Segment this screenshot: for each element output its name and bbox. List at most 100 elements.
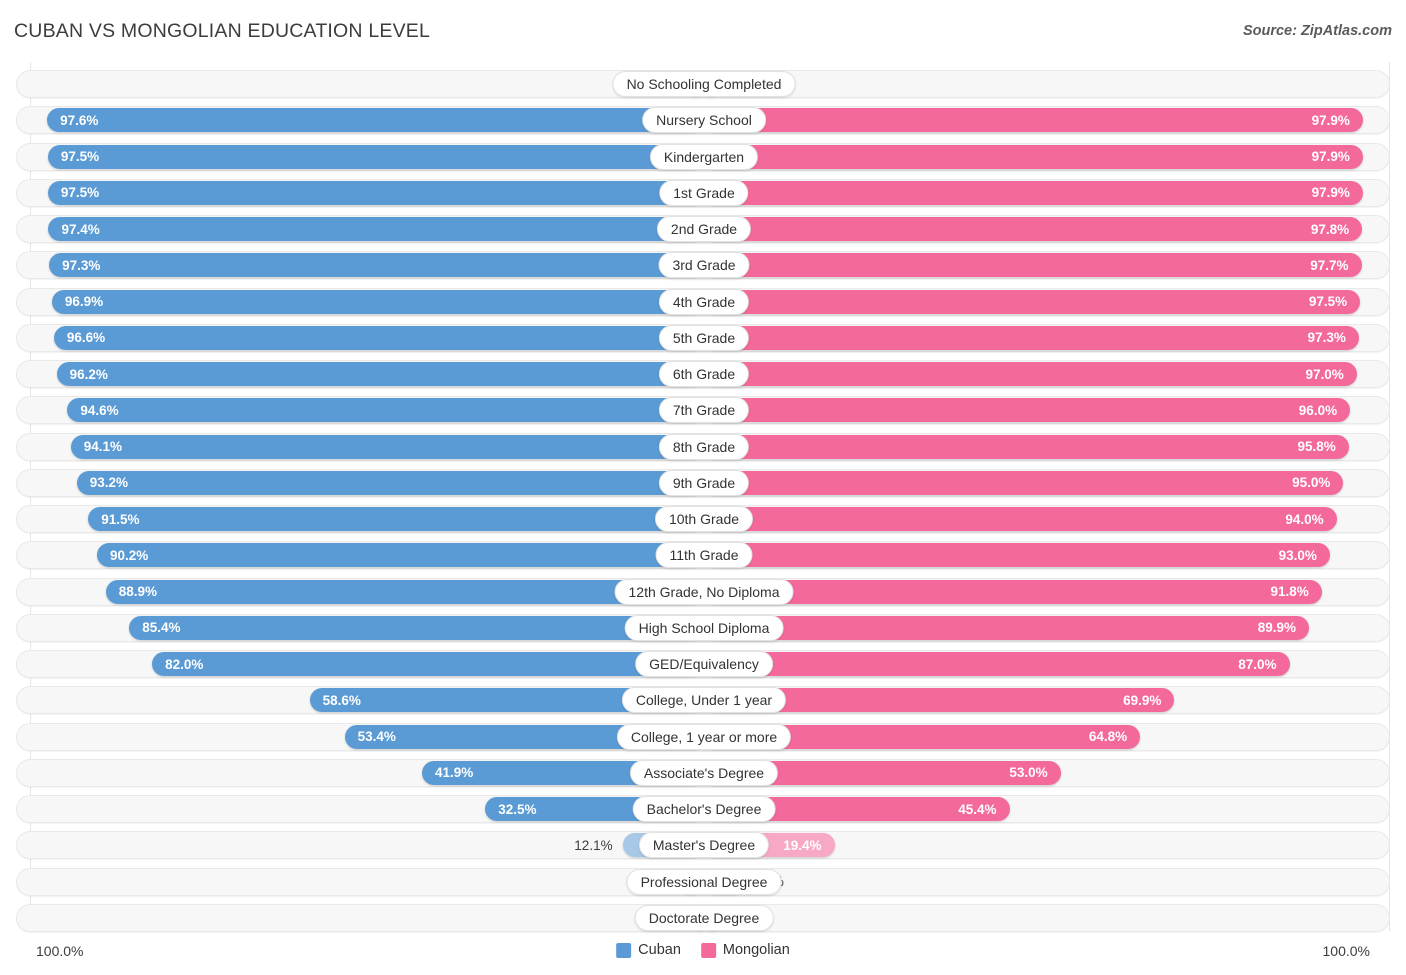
bar-mongolian[interactable]: 93.0%	[704, 543, 1330, 567]
category-label: 12th Grade, No Diploma	[615, 579, 794, 605]
category-label: 4th Grade	[659, 289, 749, 315]
category-label: GED/Equivalency	[635, 651, 773, 677]
table-row[interactable]: 93.2%95.0%9th Grade	[16, 469, 1390, 497]
row-inner: 93.2%95.0%9th Grade	[17, 470, 1389, 496]
bar-cuban[interactable]: 97.3%	[49, 253, 704, 277]
table-row[interactable]: 12.1% 19.4% Master's Degree	[16, 831, 1390, 859]
table-row[interactable]: 90.2%93.0%11th Grade	[16, 541, 1390, 569]
table-row[interactable]: 58.6%69.9%College, Under 1 year	[16, 686, 1390, 714]
bar-mongolian[interactable]: 89.9%	[704, 616, 1309, 640]
table-row[interactable]: 91.5%94.0%10th Grade	[16, 505, 1390, 533]
table-row[interactable]: 97.5%97.9%Kindergarten	[16, 143, 1390, 171]
table-row[interactable]: 32.5%45.4%Bachelor's Degree	[16, 795, 1390, 823]
table-row[interactable]: 97.3% 97.7%3rd Grade	[16, 251, 1390, 279]
bar-cuban[interactable]: 97.6%	[47, 108, 704, 132]
bar-mongolian[interactable]: 87.0%	[704, 652, 1290, 676]
bar-value-cuban: 97.3%	[62, 258, 100, 273]
bar-cuban[interactable]: 94.6%	[67, 398, 704, 422]
table-row[interactable]: 96.2% 97.0%6th Grade	[16, 360, 1390, 388]
bar-value-cuban: 82.0%	[165, 657, 203, 672]
bar-mongolian[interactable]: 94.0%	[704, 507, 1337, 531]
row-inner: 90.2%93.0%11th Grade	[17, 542, 1389, 568]
bar-value-cuban: 53.4%	[358, 729, 396, 744]
bar-cuban[interactable]: 97.4%	[48, 217, 704, 241]
table-row[interactable]: 96.9% 97.5%4th Grade	[16, 288, 1390, 316]
bar-mongolian[interactable]: 97.3%	[704, 326, 1359, 350]
bar-value-cuban: 96.9%	[65, 294, 103, 309]
row-inner: 4.0%6.1%Professional Degree	[17, 869, 1389, 895]
bar-mongolian[interactable]: 95.8%	[704, 435, 1349, 459]
category-label: No Schooling Completed	[613, 71, 796, 97]
bar-cuban[interactable]: 97.5%	[48, 181, 704, 205]
table-row[interactable]: 97.6% 97.9% Nursery School	[16, 106, 1390, 134]
bar-value-mongolian: 2.8%	[731, 906, 1389, 930]
legend-item-cuban[interactable]: Cuban	[616, 942, 681, 958]
table-row[interactable]: 94.1%95.8%8th Grade	[16, 433, 1390, 461]
bar-mongolian[interactable]: 97.9%	[704, 145, 1363, 169]
category-label: 3rd Grade	[658, 252, 749, 278]
table-row[interactable]: 97.5%97.9%1st Grade	[16, 179, 1390, 207]
bar-value-cuban: 97.5%	[61, 149, 99, 164]
bar-mongolian[interactable]: 97.0%	[704, 362, 1357, 386]
bar-cuban[interactable]: 82.0%	[152, 652, 704, 676]
bar-mongolian[interactable]: 96.0%	[704, 398, 1350, 422]
table-row[interactable]: 2.5%2.1%No Schooling Completed	[16, 70, 1390, 98]
page-title: CUBAN VS MONGOLIAN EDUCATION LEVEL	[14, 20, 430, 43]
bar-value-mongolian: 64.8%	[1089, 729, 1127, 744]
bar-mongolian[interactable]: 97.9%	[704, 181, 1363, 205]
bar-value-mongolian: 53.0%	[1009, 765, 1047, 780]
bar-cuban[interactable]: 91.5%	[88, 507, 704, 531]
bar-value-mongolian: 91.8%	[1271, 584, 1309, 599]
bar-value-cuban: 2.5%	[17, 72, 677, 96]
bar-value-mongolian: 97.3%	[1308, 330, 1346, 345]
bar-mongolian[interactable]: 95.0%	[704, 471, 1343, 495]
bar-cuban[interactable]: 97.5%	[48, 145, 704, 169]
table-row[interactable]: 82.0% 87.0%GED/Equivalency	[16, 650, 1390, 678]
category-label: College, Under 1 year	[622, 687, 786, 713]
bar-cuban[interactable]: 96.6%	[54, 326, 704, 350]
bar-value-mongolian: 89.9%	[1258, 620, 1296, 635]
row-inner: 12.1% 19.4% Master's Degree	[17, 832, 1389, 858]
bar-value-cuban: 96.2%	[70, 367, 108, 382]
bar-mongolian[interactable]: 97.5%	[704, 290, 1360, 314]
bar-cuban[interactable]: 90.2%	[97, 543, 704, 567]
bar-value-mongolian: 19.4%	[783, 838, 821, 853]
row-inner: 1.4%2.8%Doctorate Degree	[17, 905, 1389, 931]
bar-value-mongolian: 97.9%	[1312, 113, 1350, 128]
bar-value-cuban: 12.1%	[17, 833, 613, 857]
table-row[interactable]: 94.6%96.0%7th Grade	[16, 396, 1390, 424]
table-row[interactable]: 88.9%91.8%12th Grade, No Diploma	[16, 578, 1390, 606]
category-label: 6th Grade	[659, 361, 749, 387]
bar-cuban[interactable]: 94.1%	[71, 435, 704, 459]
legend-swatch-mongolian	[701, 943, 716, 958]
bar-mongolian[interactable]: 97.9%	[704, 108, 1363, 132]
category-label: Bachelor's Degree	[633, 796, 776, 822]
bar-cuban[interactable]: 85.4%	[129, 616, 704, 640]
table-row[interactable]: 1.4%2.8%Doctorate Degree	[16, 904, 1390, 932]
table-row[interactable]: 41.9%53.0%Associate's Degree	[16, 759, 1390, 787]
bar-value-cuban: 93.2%	[90, 475, 128, 490]
axis-max-left: 100.0%	[36, 943, 83, 959]
table-row[interactable]: 4.0%6.1%Professional Degree	[16, 868, 1390, 896]
bar-cuban[interactable]: 96.2%	[57, 362, 704, 386]
chart-header: CUBAN VS MONGOLIAN EDUCATION LEVEL Sourc…	[0, 0, 1406, 62]
table-row[interactable]: 85.4%89.9%High School Diploma	[16, 614, 1390, 642]
category-label: Master's Degree	[639, 832, 769, 858]
bar-mongolian[interactable]: 91.8%	[704, 580, 1322, 604]
category-label: 10th Grade	[655, 506, 753, 532]
bar-value-cuban: 32.5%	[498, 802, 536, 817]
bar-cuban[interactable]: 93.2%	[77, 471, 704, 495]
bar-cuban[interactable]: 96.9%	[52, 290, 704, 314]
legend-item-mongolian[interactable]: Mongolian	[701, 942, 790, 958]
bar-value-mongolian: 97.9%	[1312, 149, 1350, 164]
bar-value-mongolian: 97.9%	[1312, 185, 1350, 200]
row-inner: 32.5%45.4%Bachelor's Degree	[17, 796, 1389, 822]
bar-mongolian[interactable]: 97.7%	[704, 253, 1362, 277]
bar-mongolian[interactable]: 97.8%	[704, 217, 1362, 241]
table-row[interactable]: 53.4%64.8%College, 1 year or more	[16, 723, 1390, 751]
table-row[interactable]: 97.4%97.8%2nd Grade	[16, 215, 1390, 243]
table-row[interactable]: 96.6%97.3%5th Grade	[16, 324, 1390, 352]
bar-value-cuban: 94.6%	[80, 403, 118, 418]
category-label: Nursery School	[642, 107, 766, 133]
category-label: Associate's Degree	[630, 760, 778, 786]
